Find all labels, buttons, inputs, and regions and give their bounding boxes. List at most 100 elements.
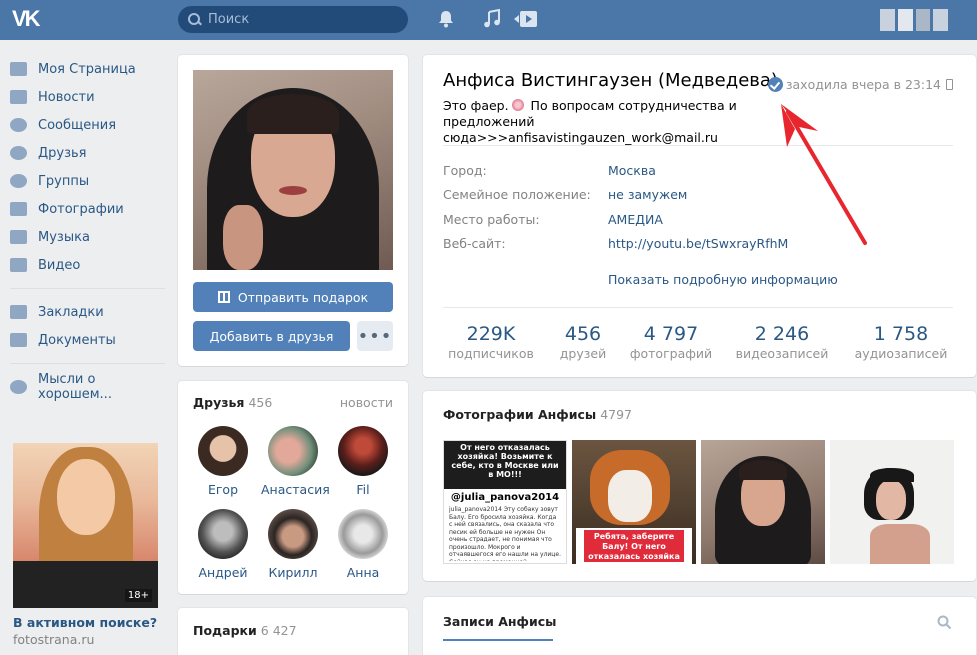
left-sidebar: Моя Страница Новости Сообщения Друзья Гр… bbox=[10, 55, 165, 402]
avatar-card: Отправить подарок Добавить в друзья ••• bbox=[178, 55, 408, 366]
messages-icon bbox=[10, 118, 27, 132]
sidebar-item-my-page[interactable]: Моя Страница bbox=[10, 55, 165, 83]
photo-body-text: julia_panova2014 Эту собаку зовут Балу. … bbox=[449, 506, 561, 561]
sidebar-item-label: Сообщения bbox=[38, 117, 117, 133]
music-icon[interactable] bbox=[483, 8, 501, 34]
friends-news-link[interactable]: новости bbox=[340, 395, 393, 410]
verified-icon[interactable] bbox=[768, 77, 783, 92]
show-details-link[interactable]: Показать подробную информацию bbox=[608, 272, 838, 287]
friend-avatar bbox=[268, 426, 318, 476]
friends-title[interactable]: Друзья 456 bbox=[193, 395, 272, 410]
bell-icon[interactable] bbox=[437, 9, 455, 34]
sidebar-item-bookmarks[interactable]: Закладки bbox=[10, 298, 165, 326]
search-icon[interactable] bbox=[937, 615, 952, 633]
counter-audio[interactable]: 1 758 аудиозаписей bbox=[846, 322, 956, 361]
sidebar-divider bbox=[10, 288, 165, 289]
star-icon bbox=[10, 305, 27, 319]
friend-name: Анастасия bbox=[261, 482, 330, 497]
photo-thumb[interactable]: От него отказалась хозяйка! Возьмите к с… bbox=[443, 440, 567, 564]
friend-avatar bbox=[338, 426, 388, 476]
add-friend-button[interactable]: Добавить в друзья bbox=[193, 321, 350, 351]
top-header: VK Поиск bbox=[0, 0, 977, 40]
more-actions-button[interactable]: ••• bbox=[357, 321, 393, 351]
friend-name: Fil bbox=[356, 482, 370, 497]
play-icon[interactable] bbox=[513, 9, 539, 34]
tab-wall-posts[interactable]: Записи Анфисы bbox=[443, 614, 556, 629]
sidebar-item-messages[interactable]: Сообщения bbox=[10, 111, 165, 139]
sidebar-item-video[interactable]: Видео bbox=[10, 251, 165, 279]
photo-thumb[interactable] bbox=[701, 440, 825, 564]
group-icon bbox=[10, 174, 27, 188]
friend-item[interactable]: Егор bbox=[191, 426, 255, 497]
search-placeholder: Поиск bbox=[208, 12, 250, 27]
video-icon bbox=[10, 258, 27, 272]
sidebar-item-documents[interactable]: Документы bbox=[10, 326, 165, 354]
sidebar-item-music[interactable]: Музыка bbox=[10, 223, 165, 251]
header-avatar[interactable] bbox=[880, 9, 948, 31]
friend-item[interactable]: Анна bbox=[331, 509, 395, 580]
info-value[interactable]: http://youtu.be/tSwxrayRfhM bbox=[608, 236, 788, 251]
info-key: Семейное положение: bbox=[443, 187, 591, 202]
friend-name: Егор bbox=[207, 482, 239, 497]
camera-icon bbox=[10, 202, 27, 216]
ad-title[interactable]: В активном поиске? bbox=[13, 615, 157, 630]
sidebar-item-groups[interactable]: Группы bbox=[10, 167, 165, 195]
community-icon bbox=[10, 380, 27, 394]
friend-avatar bbox=[198, 509, 248, 559]
sidebar-item-label: Закладки bbox=[38, 304, 104, 320]
ad-source[interactable]: fotostrana.ru bbox=[13, 632, 94, 647]
send-gift-label: Отправить подарок bbox=[237, 289, 369, 305]
counter-videos[interactable]: 2 246 видеозаписей bbox=[727, 322, 837, 361]
gifts-title[interactable]: Подарки 6 427 bbox=[193, 623, 297, 638]
sidebar-item-label: Музыка bbox=[38, 229, 90, 245]
photos-title[interactable]: Фотографии Анфисы 4797 bbox=[443, 407, 632, 422]
photo-handle-text: @julia_panova2014 bbox=[450, 492, 560, 503]
photo-caption-text: Ребята, заберите Балу! От него отказалас… bbox=[584, 530, 684, 562]
friends-card: Друзья 456 новости Егор Анастасия Fil Анд… bbox=[178, 381, 408, 594]
wall-card: Записи Анфисы bbox=[423, 597, 976, 655]
friend-item[interactable]: Fil bbox=[331, 426, 395, 497]
info-key: Город: bbox=[443, 163, 487, 178]
info-key: Веб-сайт: bbox=[443, 236, 506, 251]
sidebar-item-community[interactable]: Мысли о хорошем... bbox=[10, 372, 165, 402]
photo-thumb[interactable]: Ребята, заберите Балу! От него отказалас… bbox=[572, 440, 696, 564]
sidebar-item-news[interactable]: Новости bbox=[10, 83, 165, 111]
ad-image[interactable]: 18+ bbox=[13, 443, 158, 608]
photo-thumb[interactable] bbox=[830, 440, 954, 564]
info-value[interactable]: АМЕДИА bbox=[608, 212, 663, 227]
sidebar-item-label: Мысли о хорошем... bbox=[38, 372, 112, 402]
profile-status[interactable]: Это фаер. По вопросам сотрудничества и п… bbox=[443, 98, 813, 146]
friend-item[interactable]: Анастасия bbox=[261, 426, 330, 497]
status-text: Это фаер. bbox=[443, 98, 509, 113]
friend-item[interactable]: Кирилл bbox=[261, 509, 325, 580]
search-input[interactable]: Поиск bbox=[178, 6, 408, 33]
user-icon bbox=[10, 146, 27, 160]
counter-label: аудиозаписей bbox=[854, 346, 948, 361]
profile-name: Анфиса Вистингаузен (Медведева) bbox=[443, 70, 778, 91]
friend-avatar bbox=[198, 426, 248, 476]
friend-avatar bbox=[268, 509, 318, 559]
profile-avatar[interactable] bbox=[193, 70, 393, 270]
friend-name: Андрей bbox=[198, 565, 248, 580]
sidebar-divider bbox=[10, 363, 165, 364]
friend-name: Кирилл bbox=[268, 565, 318, 580]
sidebar-item-label: Друзья bbox=[38, 145, 87, 161]
photos-count: 4797 bbox=[600, 407, 632, 422]
music-icon bbox=[10, 230, 27, 244]
add-friend-label: Добавить в друзья bbox=[209, 328, 334, 344]
friend-item[interactable]: Андрей bbox=[191, 509, 255, 580]
sidebar-item-friends[interactable]: Друзья bbox=[10, 139, 165, 167]
divider bbox=[443, 307, 953, 308]
counter-photos[interactable]: 4 797 фотографий bbox=[616, 322, 726, 361]
vk-logo-icon[interactable]: VK bbox=[12, 6, 46, 32]
sidebar-item-photos[interactable]: Фотографии bbox=[10, 195, 165, 223]
last-seen: заходила вчера в 23:14 bbox=[785, 77, 941, 92]
photo-heading-text: От него отказалась хозяйка! Возьмите к с… bbox=[444, 441, 566, 489]
info-value[interactable]: Москва bbox=[608, 163, 656, 178]
info-key: Место работы: bbox=[443, 212, 540, 227]
info-value[interactable]: не замужем bbox=[608, 187, 687, 202]
home-icon bbox=[10, 62, 27, 76]
sidebar-item-label: Документы bbox=[38, 332, 116, 348]
counter-number: 2 246 bbox=[754, 323, 810, 345]
send-gift-button[interactable]: Отправить подарок bbox=[193, 282, 393, 312]
